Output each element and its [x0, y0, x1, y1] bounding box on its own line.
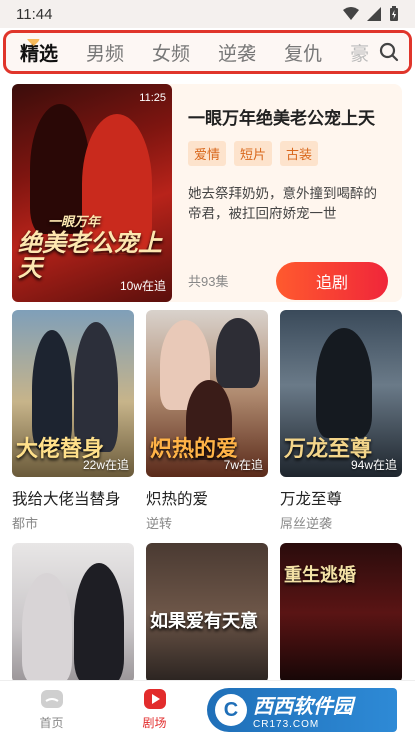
tabs-scroll[interactable]: 精选 男频 女频 逆袭 复仇 豪门: [6, 39, 369, 66]
drama-genre: 都市: [12, 516, 39, 531]
drama-poster[interactable]: 如果爱有天意: [146, 543, 268, 683]
drama-card[interactable]: [12, 543, 134, 683]
signal-icon: [367, 7, 381, 21]
drama-views: 7w在追: [223, 458, 263, 472]
poster-views: 10w在追: [119, 279, 166, 293]
featured-info: 一眼万年绝美老公宠上天 爱情 短片 古装 她去祭拜奶奶，意外撞到喝醉的帝君，被扛…: [188, 104, 390, 224]
tag[interactable]: 短片: [234, 141, 273, 166]
poster-title-art: 重生逃婚: [284, 565, 356, 586]
poster-title-art: 一眼万年 绝美老公宠上天: [18, 216, 172, 280]
status-bar: 11:44: [0, 0, 415, 28]
drama-poster[interactable]: 炽热的爱 7w在追: [146, 310, 268, 477]
watermark-subtitle: CR173.COM: [253, 719, 320, 730]
battery-icon: [390, 6, 398, 21]
watermark-logo: C 西西软件园 CR173.COM: [207, 688, 397, 732]
search-button[interactable]: [369, 33, 409, 71]
drama-card[interactable]: 大佬替身 22w在追 我给大佬当替身 都市: [12, 310, 134, 532]
drama-poster[interactable]: 万龙至尊 94w在追: [280, 310, 402, 477]
featured-title[interactable]: 一眼万年绝美老公宠上天: [188, 104, 390, 129]
tab-featured[interactable]: 精选: [20, 39, 58, 66]
drama-poster[interactable]: 大佬替身 22w在追: [12, 310, 134, 477]
watermark-icon: C: [215, 694, 247, 726]
drama-card[interactable]: 万龙至尊 94w在追 万龙至尊 屌丝逆袭: [280, 310, 402, 532]
tab-rich-family[interactable]: 豪门: [350, 39, 369, 66]
follow-button[interactable]: 追剧: [276, 262, 388, 300]
tag-row: 爱情 短片 古装: [188, 141, 390, 166]
episode-count: 共93集: [188, 274, 229, 289]
search-icon: [379, 42, 399, 62]
drama-title: 万龙至尊: [280, 491, 343, 508]
poster-main-art: 绝美老公宠上天: [18, 227, 162, 282]
tag[interactable]: 古装: [280, 141, 319, 166]
tab-female[interactable]: 女频: [152, 39, 190, 66]
status-time: 11:44: [16, 5, 53, 23]
nav-theater-label: 剧场: [142, 716, 167, 730]
watermark-title: 西西软件园: [253, 696, 353, 718]
drama-views: 94w在追: [350, 458, 397, 472]
poster-figure: [216, 318, 260, 388]
featured-description: 她去祭拜奶奶，意外撞到喝醉的帝君，被扛回府娇宠一世: [188, 186, 377, 221]
play-icon: [143, 689, 166, 709]
tab-comeback[interactable]: 逆袭: [218, 39, 256, 66]
nav-home[interactable]: 首页: [0, 681, 103, 738]
poster-title-art: 如果爱有天意: [150, 611, 258, 632]
poster-figure: [74, 563, 124, 683]
watermark-text: 西西软件园 CR173.COM: [253, 690, 353, 730]
tab-male[interactable]: 男频: [86, 39, 124, 66]
drama-card[interactable]: 重生逃婚: [280, 543, 402, 683]
poster-duration: 11:25: [139, 92, 166, 104]
drama-card[interactable]: 炽热的爱 7w在追 炽热的爱 逆转: [146, 310, 268, 532]
featured-poster[interactable]: 11:25 一眼万年 绝美老公宠上天 10w在追: [12, 84, 172, 302]
tab-revenge[interactable]: 复仇: [284, 39, 322, 66]
poster-figure: [22, 573, 72, 683]
tag[interactable]: 爱情: [188, 141, 227, 166]
nav-theater[interactable]: 剧场: [103, 681, 206, 738]
drama-title: 我给大佬当替身: [12, 491, 121, 508]
drama-genre: 逆转: [146, 516, 173, 531]
drama-title: 炽热的爱: [146, 491, 209, 508]
drama-poster[interactable]: 重生逃婚: [280, 543, 402, 683]
wifi-icon: [343, 7, 359, 20]
drama-views: 22w在追: [82, 458, 129, 472]
featured-card[interactable]: 11:25 一眼万年 绝美老公宠上天 10w在追 一眼万年绝美老公宠上天 爱情 …: [12, 84, 402, 302]
home-icon: [40, 690, 63, 708]
status-icons: [343, 6, 399, 22]
poster-figure: [316, 328, 372, 438]
drama-poster[interactable]: [12, 543, 134, 683]
drama-card[interactable]: 如果爱有天意: [146, 543, 268, 683]
category-tabs: 精选 男频 女频 逆袭 复仇 豪门: [3, 30, 412, 74]
drama-genre: 屌丝逆袭: [280, 516, 333, 531]
nav-home-label: 首页: [39, 716, 64, 730]
